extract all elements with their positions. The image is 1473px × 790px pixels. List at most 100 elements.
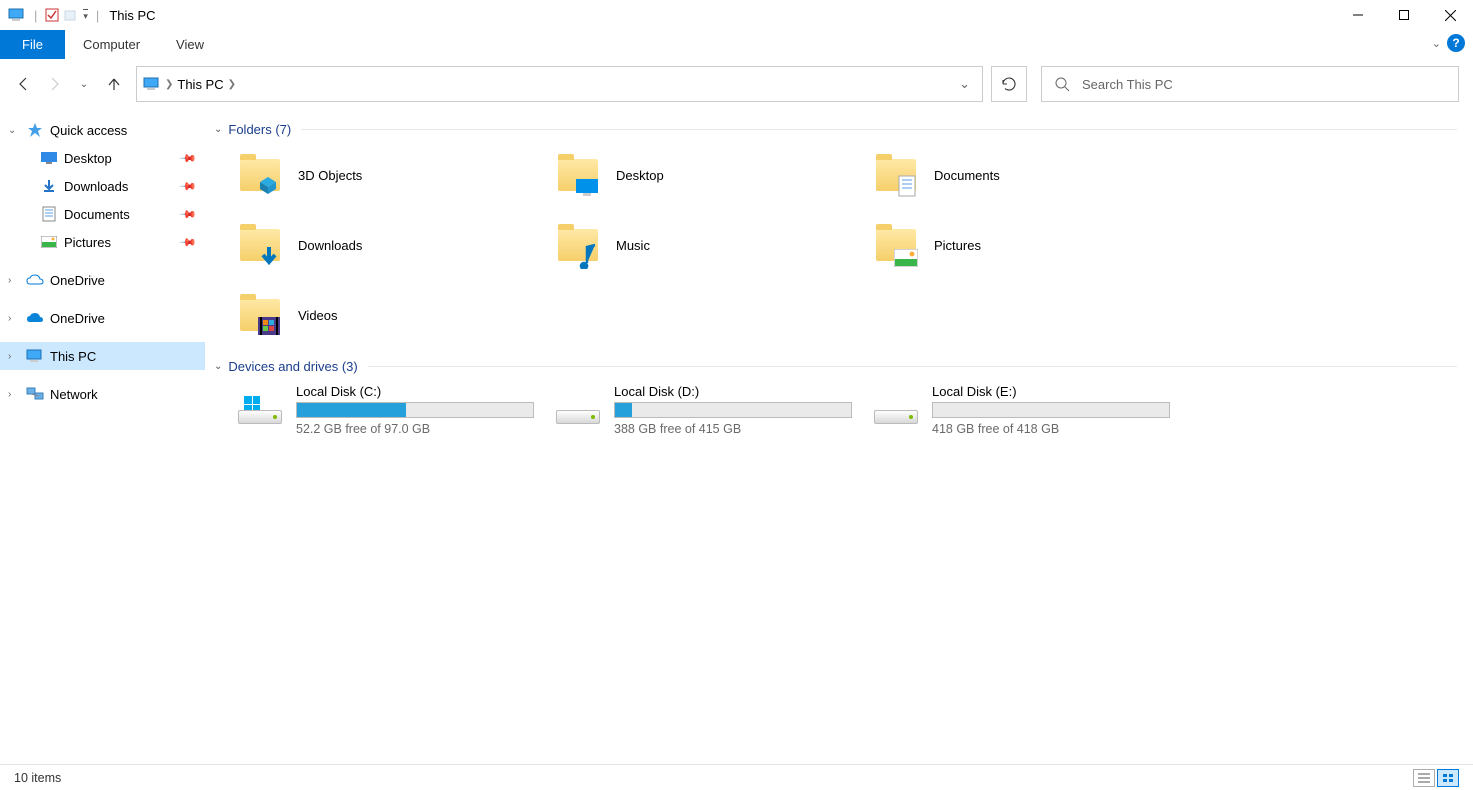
folder-icon [554,221,602,269]
minimize-button[interactable] [1335,0,1381,30]
drive-icon [236,384,284,424]
network-icon [26,387,44,401]
folder-downloads[interactable]: Downloads [236,219,554,271]
ribbon-expand-icon[interactable]: ⌄ [1432,37,1441,50]
sidebar-quick-access[interactable]: ⌄ Quick access [0,116,205,144]
sidebar-label: Quick access [50,123,127,138]
tab-view[interactable]: View [158,30,222,59]
folder-label: Desktop [616,168,664,183]
pin-icon: 📌 [179,149,198,168]
new-folder-icon[interactable] [63,8,77,22]
statusbar: 10 items [0,764,1473,790]
chevron-down-icon: ⌄ [214,124,222,135]
drive-fill [297,403,406,417]
drive-capacity-bar [614,402,852,418]
status-item-count: 10 items [14,771,61,785]
sidebar-item-label: Pictures [64,235,111,250]
drive-capacity-bar [932,402,1170,418]
sidebar-item-desktop[interactable]: Desktop 📌 [0,144,205,172]
sidebar-item-downloads[interactable]: Downloads 📌 [0,172,205,200]
folder-label: 3D Objects [298,168,362,183]
window-controls [1335,0,1473,30]
sidebar-item-label: Downloads [64,179,128,194]
sidebar-label: This PC [50,349,96,364]
search-placeholder: Search This PC [1082,77,1173,92]
chevron-right-icon[interactable]: › [8,313,20,324]
help-icon[interactable]: ? [1447,34,1465,52]
back-button[interactable] [14,74,34,94]
pc-icon [26,349,44,363]
sidebar-onedrive-2[interactable]: › OneDrive [0,304,205,332]
pc-icon [8,8,26,22]
onedrive-icon [26,312,44,324]
separator: | [96,8,99,23]
drive-c[interactable]: Local Disk (C:) 52.2 GB free of 97.0 GB [236,384,554,436]
maximize-button[interactable] [1381,0,1427,30]
folder-3d-objects[interactable]: 3D Objects [236,149,554,201]
drive-d[interactable]: Local Disk (D:) 388 GB free of 415 GB [554,384,872,436]
recent-dropdown[interactable]: ⌄ [74,74,94,94]
star-icon [26,122,44,138]
folder-label: Downloads [298,238,362,253]
pin-icon: 📌 [179,233,198,252]
up-button[interactable] [104,74,124,94]
close-button[interactable] [1427,0,1473,30]
folder-icon [872,221,920,269]
chevron-right-icon[interactable]: › [8,389,20,400]
sidebar-item-pictures[interactable]: Pictures 📌 [0,228,205,256]
refresh-button[interactable] [991,66,1027,102]
breadcrumb-sep-icon[interactable]: ❯ [165,79,173,90]
folder-label: Music [616,238,650,253]
tab-computer[interactable]: Computer [65,30,158,59]
folder-pictures[interactable]: Pictures [872,219,1190,271]
qat: | ▾ | [8,8,103,23]
sidebar-network[interactable]: › Network [0,380,205,408]
folder-icon [236,151,284,199]
ribbon: File Computer View ⌄ ? [0,30,1473,60]
search-icon [1054,76,1070,92]
divider [368,366,1457,367]
documents-icon [40,206,58,222]
navbar: ⌄ ❯ This PC ❯ ⌄ Search This PC [0,60,1473,108]
drive-free-text: 52.2 GB free of 97.0 GB [296,422,534,436]
onedrive-icon [26,274,44,286]
titlebar: | ▾ | This PC [0,0,1473,30]
address-bar[interactable]: ❯ This PC ❯ ⌄ [136,66,983,102]
chevron-right-icon[interactable]: › [8,275,20,286]
forward-button[interactable] [44,74,64,94]
separator: | [34,8,37,23]
folder-label: Pictures [934,238,981,253]
qat-dropdown-icon[interactable]: ▾ [83,9,88,22]
chevron-right-icon[interactable]: › [8,351,20,362]
search-box[interactable]: Search This PC [1041,66,1459,102]
content-pane: ⌄ Folders (7) 3D Objects Desktop Documen… [206,108,1473,764]
folder-music[interactable]: Music [554,219,872,271]
sidebar-this-pc[interactable]: › This PC [0,342,205,370]
view-details-button[interactable] [1413,769,1435,787]
group-folders-header[interactable]: ⌄ Folders (7) [214,122,1457,137]
pictures-icon [40,236,58,248]
address-dropdown-icon[interactable]: ⌄ [953,76,976,92]
sidebar-item-documents[interactable]: Documents 📌 [0,200,205,228]
group-drives-header[interactable]: ⌄ Devices and drives (3) [214,359,1457,374]
breadcrumb-current[interactable]: This PC [177,77,223,92]
breadcrumb-sep-icon[interactable]: ❯ [228,79,236,90]
drive-e[interactable]: Local Disk (E:) 418 GB free of 418 GB [872,384,1190,436]
sidebar-label: OneDrive [50,311,105,326]
group-label: Devices and drives (3) [228,359,357,374]
folder-desktop[interactable]: Desktop [554,149,872,201]
pin-icon: 📌 [179,177,198,196]
tab-file[interactable]: File [0,30,65,59]
drive-free-text: 418 GB free of 418 GB [932,422,1170,436]
folder-icon [236,221,284,269]
downloads-icon [40,178,58,194]
chevron-down-icon[interactable]: ⌄ [8,125,20,136]
folder-documents[interactable]: Documents [872,149,1190,201]
sidebar-onedrive[interactable]: › OneDrive [0,266,205,294]
folder-videos[interactable]: Videos [236,289,554,341]
chevron-down-icon: ⌄ [214,361,222,372]
folder-label: Videos [298,308,338,323]
properties-icon[interactable] [45,8,59,22]
folder-icon [554,151,602,199]
view-large-icons-button[interactable] [1437,769,1459,787]
